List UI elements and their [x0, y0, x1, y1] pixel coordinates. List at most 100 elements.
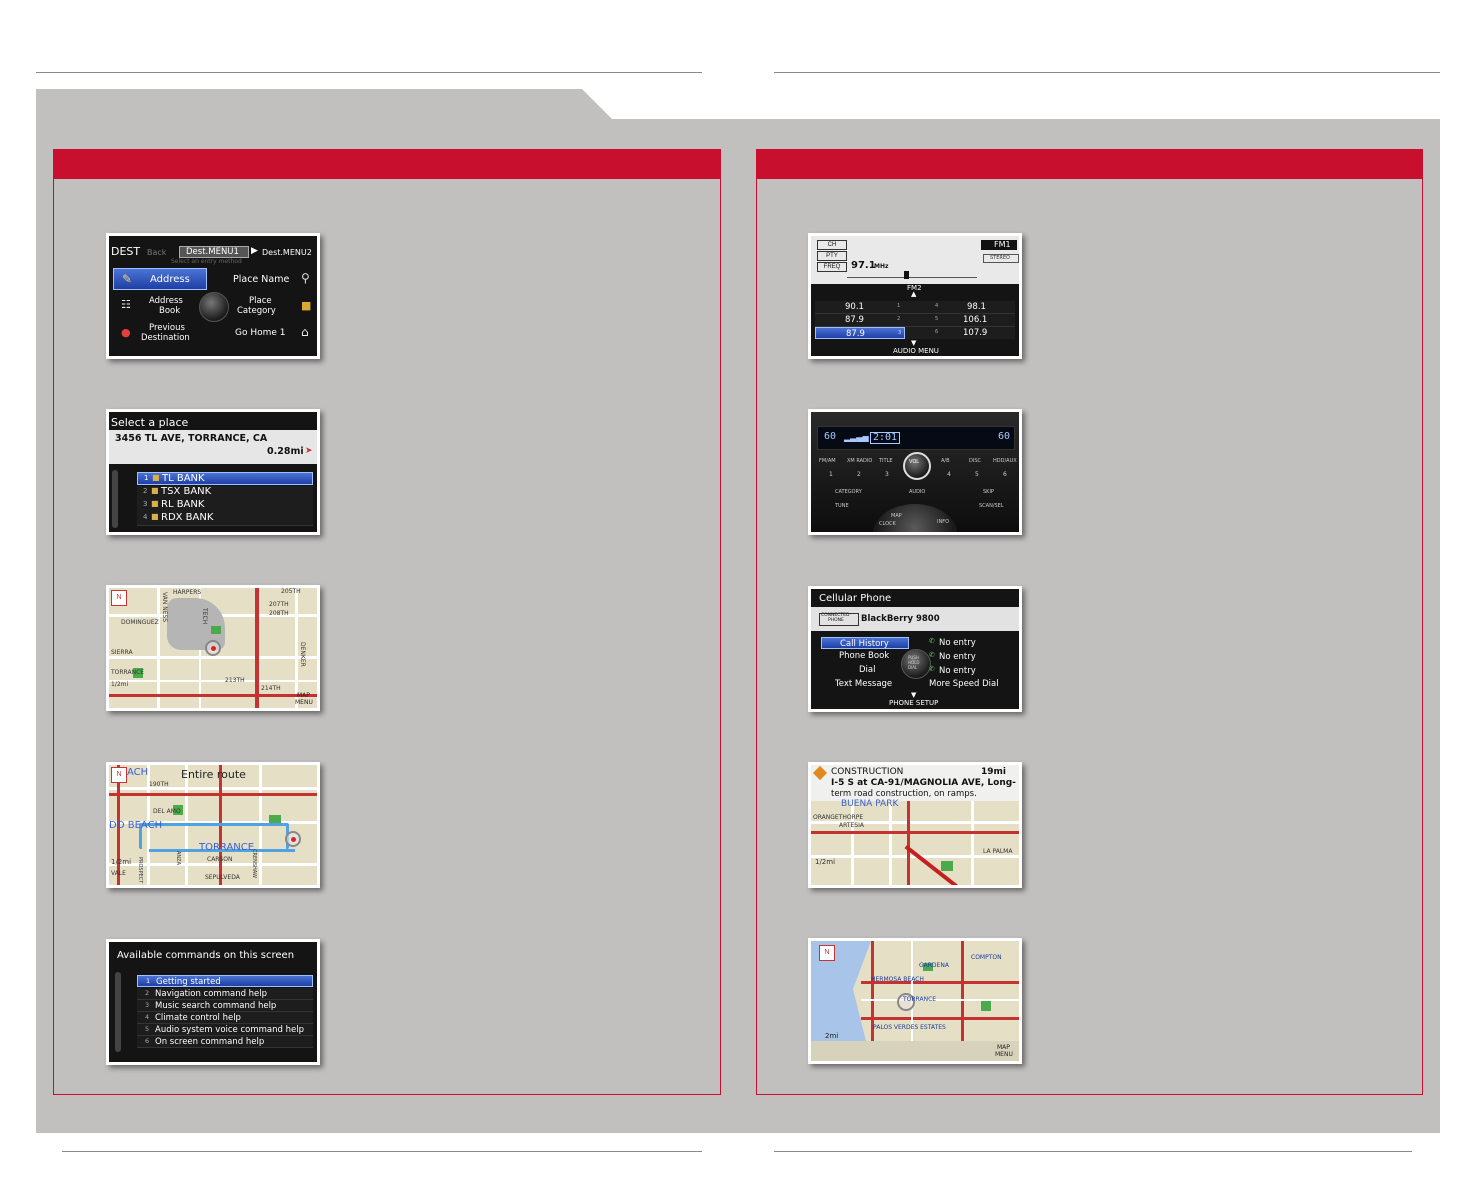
command-row-2[interactable]: 2 Navigation command help: [137, 988, 313, 1000]
place-row-1[interactable]: 1 ■ TL BANK: [137, 472, 313, 485]
preset-3-highlight[interactable]: 87.9 3: [815, 327, 905, 339]
place-row-4[interactable]: 4 ■ RDX BANK: [137, 512, 313, 526]
preset-row-1[interactable]: 90.1 1 4 98.1: [815, 301, 1015, 314]
down-arrow-icon[interactable]: ▼: [911, 692, 916, 699]
command-row-5-num: 5: [145, 1025, 150, 1033]
clock-button[interactable]: CLOCK: [879, 522, 896, 527]
stereo-label: STEREO: [990, 255, 1010, 261]
address-button[interactable]: ✎ Address: [113, 268, 207, 290]
tuning-bar[interactable]: [847, 277, 977, 278]
preset-button-4[interactable]: 4: [947, 472, 951, 478]
route-label: CARSON: [207, 856, 233, 863]
scan-sel-button[interactable]: SCAN/SEL: [979, 504, 1004, 509]
volume-knob[interactable]: [903, 452, 931, 480]
freq-button[interactable]: FREQ: [817, 262, 847, 272]
speed-dial-2[interactable]: ✆ No entry: [927, 651, 1017, 663]
preset-button-5[interactable]: 5: [975, 472, 979, 478]
title-button[interactable]: TITLE: [879, 459, 893, 464]
text-message-button[interactable]: Text Message: [835, 680, 892, 689]
fm-am-button[interactable]: FM/AM: [819, 459, 836, 464]
audio-display: 60 ▂▃▄▅ 2:01 60: [817, 426, 1015, 450]
audio-menu-label[interactable]: AUDIO MENU: [893, 348, 939, 355]
command-row-6[interactable]: 6 On screen command help: [137, 1036, 313, 1048]
phone-icon: ✆: [929, 651, 935, 659]
place-category-label-1: Place: [249, 296, 272, 306]
call-history-button[interactable]: Call History: [821, 637, 909, 649]
map-road: [971, 801, 974, 885]
command-row-5[interactable]: 5 Audio system voice command help: [137, 1024, 313, 1036]
phone-setup-label[interactable]: PHONE SETUP: [889, 700, 938, 707]
book-icon: ☷: [121, 298, 131, 311]
commands-title: Available commands on this screen: [117, 950, 295, 961]
hdd-aux-button[interactable]: HDD/AUX: [993, 459, 1017, 464]
map-button[interactable]: MAP: [891, 514, 902, 519]
audio-panel-screenshot: 60 ▂▃▄▅ 2:01 60 FM/AM XM RADIO TITLE VOL…: [808, 409, 1022, 535]
previous-destination-button[interactable]: ● Previous Destination: [113, 322, 207, 346]
map-highway: [907, 801, 910, 885]
commands-scrollbar[interactable]: [115, 972, 121, 1052]
place-category-button[interactable]: Place Category ■: [221, 294, 315, 318]
dial-button[interactable]: Dial: [859, 666, 875, 675]
preset-button-3[interactable]: 3: [885, 472, 889, 478]
route-label: DEL AMO: [153, 808, 181, 815]
phone-book-button[interactable]: Phone Book: [839, 652, 889, 661]
command-row-3[interactable]: 3 Music search command help: [137, 1000, 313, 1012]
vehicle-position-icon: [205, 640, 221, 656]
more-speed-dial-button[interactable]: More Speed Dial: [929, 680, 999, 689]
preset-row-3[interactable]: 87.9 3 6 107.9: [815, 327, 1015, 339]
display-time: 2:01: [870, 432, 901, 444]
folder-icon: ■: [152, 473, 160, 482]
go-home-button[interactable]: Go Home 1 ⌂: [221, 322, 315, 346]
tune-button[interactable]: TUNE: [835, 504, 849, 509]
list-scrollbar[interactable]: [112, 470, 118, 528]
ch-button[interactable]: CH: [817, 240, 847, 250]
preset-button-6[interactable]: 6: [1003, 472, 1007, 478]
place-row-2[interactable]: 2 ■ TSX BANK: [137, 486, 313, 500]
map-menu-button[interactable]: MAP MENU: [991, 1043, 1019, 1061]
address-book-label-1: Address: [149, 296, 183, 306]
category-icon: ■: [301, 299, 312, 312]
map-menu-button[interactable]: MAP MENU: [291, 692, 317, 708]
place-name-button[interactable]: Place Name ⚲: [221, 268, 315, 290]
map-footer-band: [811, 1041, 1019, 1061]
ab-button[interactable]: A/B: [941, 459, 950, 464]
up-arrow-icon[interactable]: ▲: [911, 291, 916, 298]
preset-2-num: 2: [897, 316, 901, 322]
address-book-button[interactable]: ☷ Address Book: [113, 294, 207, 318]
map-screenshot: N HARPERS 205TH 207TH 208TH DOMINGUEZ SI…: [106, 585, 320, 711]
tab-dest-menu1[interactable]: Dest.MENU1: [179, 246, 249, 258]
skip-button[interactable]: SKIP: [983, 490, 994, 495]
map-label: DOMINGUEZ: [121, 619, 159, 626]
map-label: SIERRA: [111, 649, 133, 656]
place-row-3[interactable]: 3 ■ RL BANK: [137, 499, 313, 513]
preset-button-2[interactable]: 2: [857, 472, 861, 478]
command-row-2-num: 2: [145, 989, 150, 997]
disc-button[interactable]: DISC: [969, 459, 981, 464]
compass-icon[interactable]: N: [819, 945, 835, 961]
speed-dial-1[interactable]: ✆ No entry: [927, 637, 1017, 649]
tab-back[interactable]: Back: [147, 249, 166, 257]
compass-icon[interactable]: N: [111, 590, 127, 606]
compass-icon[interactable]: N: [111, 767, 127, 783]
pty-button[interactable]: PTY: [817, 251, 847, 261]
map-road: [157, 588, 160, 708]
command-row-1[interactable]: 1 Getting started: [137, 975, 313, 987]
place-row-4-num: 4: [143, 513, 148, 521]
preset-4-value: 98.1: [967, 302, 986, 312]
category-button[interactable]: CATEGORY: [835, 490, 862, 495]
down-arrow-icon[interactable]: ▼: [911, 340, 916, 347]
map-road: [109, 787, 317, 790]
commands-screenshot: Available commands on this screen 1 Gett…: [106, 939, 320, 1065]
address-button-label: Address: [150, 274, 190, 285]
speed-dial-3[interactable]: ✆ No entry: [927, 665, 1017, 677]
entire-route-screenshot: N ACH Entire route 190TH DEL AMO DO BEAC…: [106, 762, 320, 888]
preset-button-1[interactable]: 1: [829, 472, 833, 478]
preset-row-2[interactable]: 87.9 2 5 106.1: [815, 314, 1015, 327]
previous-label-1: Previous: [149, 323, 185, 333]
command-row-4[interactable]: 4 Climate control help: [137, 1012, 313, 1024]
tab-dest-menu2[interactable]: Dest.MENU2: [262, 249, 312, 257]
audio-button[interactable]: AUDIO: [909, 490, 925, 495]
interface-dial[interactable]: [873, 504, 957, 532]
xm-radio-button[interactable]: XM RADIO: [847, 459, 872, 464]
info-button[interactable]: INFO: [937, 520, 949, 525]
